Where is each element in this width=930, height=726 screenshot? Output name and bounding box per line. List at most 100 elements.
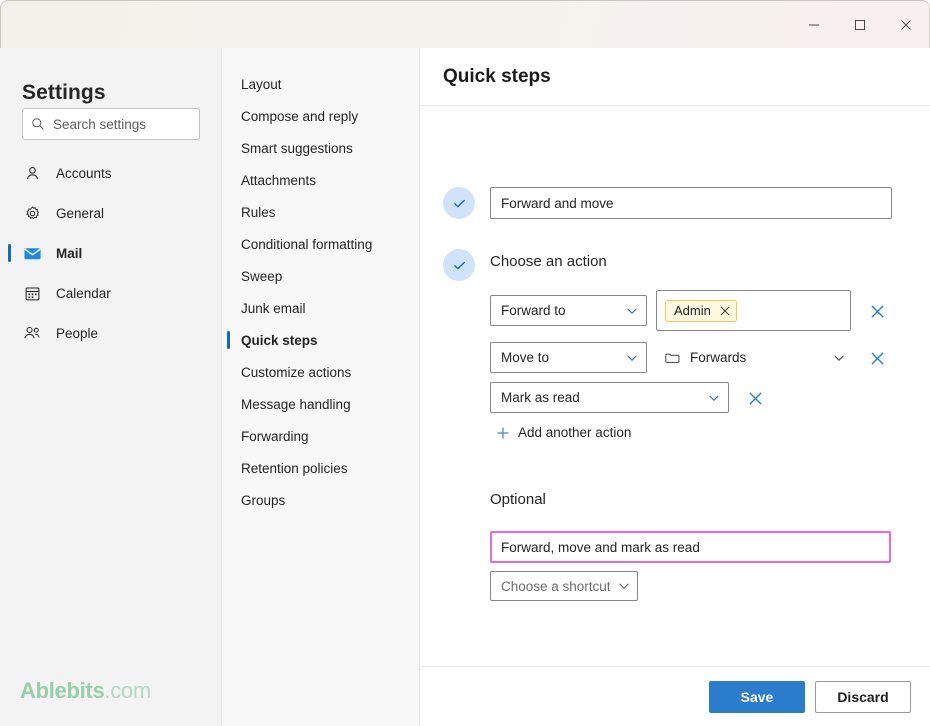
sidebar-item-label: Mail <box>56 245 83 261</box>
page-title: Settings <box>22 81 106 104</box>
nav-item-label: Message handling <box>241 396 351 412</box>
nav-item-rules[interactable]: Rules <box>223 196 420 228</box>
shortcut-value: Choose a shortcut <box>501 578 611 594</box>
nav-item-label: Retention policies <box>241 460 348 476</box>
shortcut-select[interactable]: Choose a shortcut <box>490 571 638 601</box>
nav-item-customize-actions[interactable]: Customize actions <box>223 356 420 388</box>
window-controls <box>791 1 929 48</box>
minimize-icon <box>809 24 819 25</box>
nav-item-retention-policies[interactable]: Retention policies <box>223 452 420 484</box>
mail-settings-list: Layout Compose and reply Smart suggestio… <box>223 68 420 516</box>
people-icon <box>22 323 42 343</box>
sidebar-item-label: General <box>56 205 105 221</box>
folder-icon <box>665 350 680 365</box>
ablebits-logo: Ablebits.com <box>20 678 151 704</box>
quick-steps-panel: Quick steps Forward and move Choose an a… <box>421 48 930 726</box>
discard-button[interactable]: Discard <box>815 681 911 713</box>
nav-item-label: Junk email <box>241 300 306 316</box>
mail-settings-nav: Layout Compose and reply Smart suggestio… <box>223 48 420 726</box>
chevron-down-icon <box>626 305 638 317</box>
quick-step-name-input[interactable]: Forward and move <box>490 187 892 219</box>
action-type-select-1[interactable]: Forward to <box>490 295 647 326</box>
nav-item-compose-and-reply[interactable]: Compose and reply <box>223 100 420 132</box>
logo-suffix: .com <box>104 678 151 703</box>
minimize-button[interactable] <box>791 1 837 48</box>
close-icon <box>748 391 762 405</box>
nav-item-layout[interactable]: Layout <box>223 68 420 100</box>
remove-action-button-1[interactable] <box>867 301 887 321</box>
maximize-icon <box>855 19 865 30</box>
sidebar-item-label: Accounts <box>56 165 112 181</box>
gear-icon <box>22 203 42 223</box>
remove-action-button-3[interactable] <box>745 388 765 408</box>
sidebar-item-label: Calendar <box>56 285 111 301</box>
panel-footer: Save Discard <box>421 666 930 726</box>
save-button[interactable]: Save <box>709 681 805 713</box>
nav-item-label: Rules <box>241 204 276 220</box>
nav-item-label: Attachments <box>241 172 317 188</box>
recipient-chip-admin[interactable]: Admin <box>665 299 737 322</box>
remove-recipient-icon[interactable] <box>720 306 730 316</box>
nav-item-conditional-formatting[interactable]: Conditional formatting <box>223 228 420 260</box>
nav-item-quick-steps[interactable]: Quick steps <box>223 324 420 356</box>
chevron-down-icon <box>618 580 630 592</box>
nav-item-label: Compose and reply <box>241 108 359 124</box>
sidebar-item-accounts[interactable]: Accounts <box>0 156 222 190</box>
settings-window: Settings Search settings Accounts Genera… <box>0 0 930 726</box>
nav-item-smart-suggestions[interactable]: Smart suggestions <box>223 132 420 164</box>
plus-icon <box>496 426 510 440</box>
sidebar-item-mail[interactable]: Mail <box>0 236 222 270</box>
maximize-button[interactable] <box>837 1 883 48</box>
nav-item-forwarding[interactable]: Forwarding <box>223 420 420 452</box>
step-complete-action-icon <box>443 249 475 281</box>
nav-item-label: Groups <box>241 492 286 508</box>
recipient-chip-label: Admin <box>674 303 711 318</box>
add-another-action-label: Add another action <box>518 425 632 440</box>
forward-recipients-field[interactable]: Admin <box>656 290 851 331</box>
sidebar-item-general[interactable]: General <box>0 196 222 230</box>
remove-action-button-2[interactable] <box>867 348 887 368</box>
add-another-action-button[interactable]: Add another action <box>496 425 631 440</box>
nav-item-label: Layout <box>241 76 282 92</box>
nav-item-label: Quick steps <box>241 332 318 348</box>
person-icon <box>22 163 42 183</box>
close-icon <box>901 19 911 30</box>
nav-item-label: Sweep <box>241 268 283 284</box>
nav-item-sweep[interactable]: Sweep <box>223 260 420 292</box>
settings-sidebar: Settings Search settings Accounts Genera… <box>0 48 222 726</box>
nav-item-attachments[interactable]: Attachments <box>223 164 420 196</box>
panel-header: Quick steps <box>421 48 930 106</box>
optional-section-label: Optional <box>490 491 546 508</box>
sidebar-item-people[interactable]: People <box>0 316 222 350</box>
nav-item-label: Customize actions <box>241 364 352 380</box>
calendar-icon <box>22 283 42 303</box>
chevron-down-icon <box>833 352 845 364</box>
nav-item-junk-email[interactable]: Junk email <box>223 292 420 324</box>
sidebar-nav: Accounts General Mail Calendar People <box>0 156 222 356</box>
folder-picker[interactable]: Forwards <box>665 342 845 373</box>
action-type-value-2: Move to <box>501 350 550 365</box>
nav-item-label: Smart suggestions <box>241 140 353 156</box>
folder-name: Forwards <box>690 350 747 365</box>
mail-icon <box>22 243 42 263</box>
action-type-select-3[interactable]: Mark as read <box>490 382 729 413</box>
nav-item-groups[interactable]: Groups <box>223 484 420 516</box>
quick-step-description-input[interactable]: Forward, move and mark as read <box>490 531 891 563</box>
search-input[interactable]: Search settings <box>22 108 200 140</box>
chevron-down-icon <box>626 352 638 364</box>
action-type-value-3: Mark as read <box>501 390 580 405</box>
close-icon <box>870 304 884 318</box>
title-bar <box>0 0 930 48</box>
quick-step-description-value: Forward, move and mark as read <box>501 539 700 555</box>
action-type-select-2[interactable]: Move to <box>490 342 647 373</box>
search-icon <box>31 116 47 132</box>
close-icon <box>870 351 884 365</box>
panel-title: Quick steps <box>443 66 551 87</box>
action-type-value-1: Forward to <box>501 303 566 318</box>
nav-item-message-handling[interactable]: Message handling <box>223 388 420 420</box>
chevron-down-icon <box>708 392 720 404</box>
nav-item-label: Forwarding <box>241 428 309 444</box>
search-placeholder: Search settings <box>53 116 147 132</box>
sidebar-item-calendar[interactable]: Calendar <box>0 276 222 310</box>
close-button[interactable] <box>883 1 929 48</box>
